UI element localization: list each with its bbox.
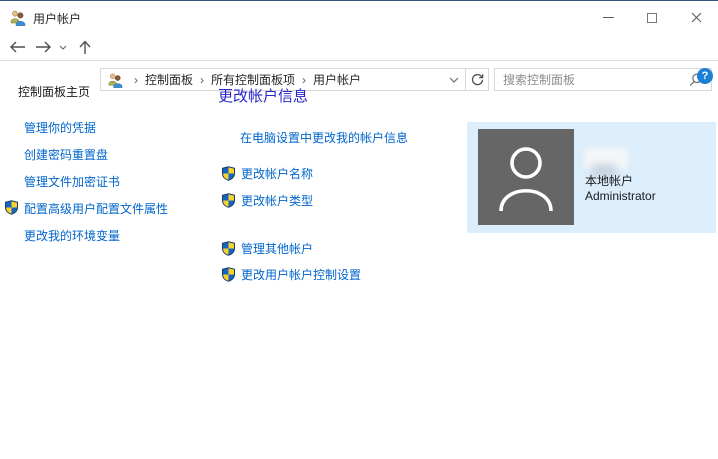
help-button[interactable]: ?: [697, 68, 713, 84]
close-button[interactable]: [674, 2, 718, 33]
maximize-icon: [647, 12, 657, 23]
account-username: Administrator: [585, 189, 656, 203]
uac-shield-icon: [221, 166, 236, 181]
uac-shield-icon: [221, 193, 236, 208]
task-change-account-name[interactable]: 更改帐户名称: [221, 165, 313, 182]
task-change-uac-settings[interactable]: 更改用户帐户控制设置: [221, 266, 361, 283]
task-manage-other-accounts[interactable]: 管理其他帐户: [221, 240, 313, 257]
sidebar-item-home[interactable]: 控制面板主页: [18, 83, 90, 100]
task-label: 更改帐户名称: [241, 167, 314, 181]
refresh-icon: [471, 73, 483, 86]
chevron-down-icon: [59, 45, 67, 50]
sidebar-item-encryption-certificates[interactable]: 管理文件加密证书: [24, 173, 120, 190]
sidebar-item-credentials[interactable]: 管理你的凭据: [24, 119, 96, 136]
address-bar: › 控制面板 › 所有控制面板项 › 用户帐户: [0, 33, 718, 91]
chevron-down-icon: [449, 77, 459, 83]
forward-arrow-icon: [35, 41, 51, 53]
refresh-button[interactable]: [466, 68, 489, 91]
account-tile: 本地帐户 Administrator: [467, 122, 716, 233]
pc-settings-link[interactable]: 在电脑设置中更改我的帐户信息: [240, 129, 408, 146]
back-button[interactable]: [6, 37, 28, 57]
breadcrumb-user-accounts[interactable]: 用户帐户: [313, 71, 361, 88]
close-icon: [691, 12, 701, 23]
search-box: [494, 68, 712, 91]
uac-shield-icon: [4, 200, 19, 215]
task-change-account-type[interactable]: 更改帐户类型: [221, 192, 313, 209]
person-silhouette-icon: [499, 147, 553, 212]
toolbar-divider: [0, 60, 718, 61]
search-input[interactable]: [495, 72, 688, 87]
breadcrumb-control-panel[interactable]: 控制面板: [145, 71, 193, 88]
account-type-label: 本地帐户: [585, 174, 634, 188]
maximize-button[interactable]: [630, 2, 674, 33]
up-arrow-icon: [79, 39, 91, 54]
address-dropdown-button[interactable]: [449, 77, 459, 83]
minimize-button[interactable]: [586, 2, 630, 33]
task-label: 更改用户帐户控制设置: [241, 268, 362, 282]
avatar: [478, 129, 574, 225]
back-arrow-icon: [9, 41, 25, 53]
sidebar-item-environment-variables[interactable]: 更改我的环境变量: [24, 227, 120, 244]
user-accounts-icon: [9, 9, 26, 26]
sidebar-item-advanced-profile[interactable]: 配置高级用户配置文件属性: [24, 200, 168, 217]
title-bar: 用户帐户: [0, 2, 718, 33]
sidebar-item-password-reset-disk[interactable]: 创建密码重置盘: [24, 146, 108, 163]
breadcrumb-separator: ›: [134, 72, 138, 87]
recent-pages-button[interactable]: [56, 37, 70, 57]
user-accounts-small-icon: [107, 72, 123, 88]
uac-shield-icon: [221, 267, 236, 282]
task-label: 管理其他帐户: [241, 242, 314, 256]
uac-shield-icon: [221, 241, 236, 256]
forward-button[interactable]: [32, 37, 54, 57]
breadcrumb-separator: ›: [200, 72, 205, 87]
task-label: 更改帐户类型: [241, 194, 314, 208]
page-title: 更改帐户信息: [218, 88, 309, 105]
minimize-icon: [602, 17, 614, 18]
window-title: 用户帐户: [33, 12, 82, 26]
up-button[interactable]: [74, 37, 96, 57]
